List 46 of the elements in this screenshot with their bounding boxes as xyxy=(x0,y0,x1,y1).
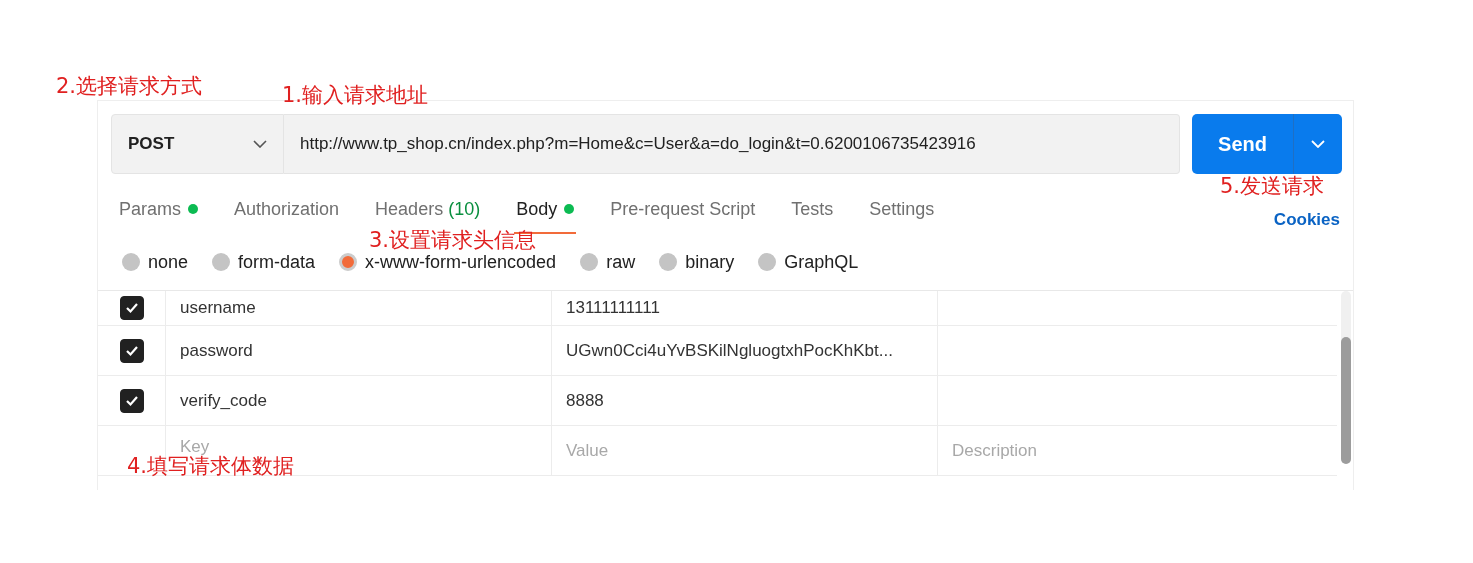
body-type-option[interactable]: GraphQL xyxy=(758,251,859,273)
cookies-link[interactable]: Cookies xyxy=(1273,210,1340,234)
checkbox[interactable] xyxy=(119,338,144,363)
chevron-down-icon xyxy=(1311,140,1325,148)
body-type-option[interactable]: form-data xyxy=(212,251,316,273)
body-type-option[interactable]: none xyxy=(122,251,189,273)
checkmark-icon xyxy=(124,344,139,357)
key-cell: password xyxy=(180,340,253,361)
option-label: binary xyxy=(685,251,735,273)
option-label: raw xyxy=(606,251,636,273)
chevron-down-icon xyxy=(253,140,267,148)
scrollbar[interactable] xyxy=(1341,291,1351,464)
radio-button[interactable] xyxy=(212,253,231,271)
tab[interactable]: Tests xyxy=(789,186,836,234)
url-field[interactable]: http://www.tp_shop.cn/index.php?m=Home&c=User&a=do_login&t=0.6200106735423916 xyxy=(284,114,1180,174)
option-label: GraphQL xyxy=(784,251,859,273)
radio-button[interactable] xyxy=(659,253,678,271)
annotation-label: 5.发送请求 xyxy=(1220,176,1325,197)
value-field[interactable]: Value xyxy=(566,440,766,461)
method-dropdown[interactable]: POST xyxy=(111,114,284,174)
body-type-option[interactable]: binary xyxy=(659,251,735,273)
checkmark-icon xyxy=(124,394,139,407)
radio-button[interactable] xyxy=(122,253,140,271)
value-cell: 8888 xyxy=(566,390,604,411)
radio-button[interactable] xyxy=(339,253,358,271)
key-cell: username xyxy=(180,298,256,318)
option-label: none xyxy=(148,251,189,273)
description-field[interactable]: Description xyxy=(952,440,1152,461)
tab[interactable]: Params xyxy=(117,186,200,234)
checkmark-icon xyxy=(124,302,139,314)
radio-button[interactable] xyxy=(580,253,599,271)
checkbox[interactable] xyxy=(119,388,144,413)
tab[interactable]: Settings xyxy=(867,186,937,234)
tab[interactable]: Authorization xyxy=(232,186,342,234)
key-cell: verify_code xyxy=(180,390,267,411)
annotation-label: 2.选择请求方式 xyxy=(56,76,203,97)
value-cell: UGwn0Cci4uYvBSKilNgluogtxhPocKhKbt... xyxy=(566,340,893,361)
tab[interactable]: Pre-request Script xyxy=(608,186,758,234)
value-cell: 13111111111 xyxy=(566,298,660,318)
option-label: form-data xyxy=(238,251,316,273)
header-count: (10) xyxy=(448,198,481,220)
radio-button[interactable] xyxy=(758,253,777,271)
annotation-label: 1.输入请求地址 xyxy=(282,85,429,106)
annotation-label: 4.填写请求体数据 xyxy=(127,456,295,477)
checkbox[interactable] xyxy=(119,296,144,320)
body-type-option[interactable]: raw xyxy=(580,251,636,273)
